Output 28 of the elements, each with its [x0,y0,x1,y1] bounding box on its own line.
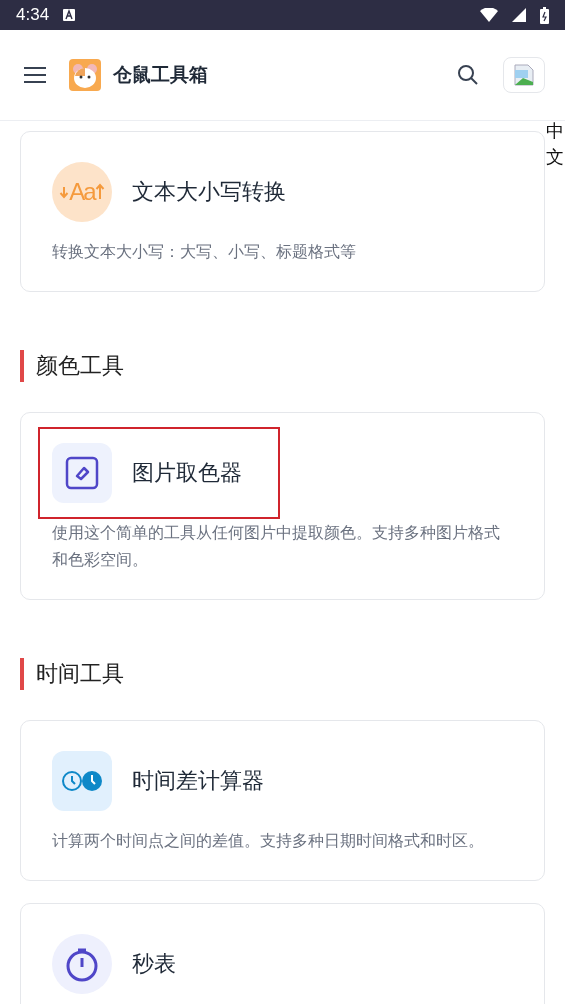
card-title: 时间差计算器 [132,767,264,795]
language-button[interactable] [503,57,545,93]
card-title: 文本大小写转换 [132,178,286,206]
tool-card[interactable]: Aa 文本大小写转换 转换文本大小写：大写、小写、标题格式等 [20,131,545,292]
section-heading: 颜色工具 [36,352,124,380]
card-description: 使用这个简单的工具从任何图片中提取颜色。支持多种图片格式和色彩空间。 [52,522,501,571]
case-icon: Aa [52,162,112,222]
tool-card[interactable]: 时间差计算器 计算两个时间点之间的差值。支持多种日期时间格式和时区。 [20,720,545,881]
notification-icon [63,9,76,21]
search-icon[interactable] [457,64,479,86]
eraser-icon [52,443,112,503]
card-title: 秒表 [132,950,176,978]
broken-image-icon [514,64,534,86]
tool-card[interactable]: 图片取色器 使用这个简单的工具从任何图片中提取颜色。支持多种图片格式和色彩空间。 [20,412,545,600]
tool-card[interactable]: 秒表 [20,903,545,1004]
hamster-logo-icon [69,59,101,91]
language-label: 中文 [546,119,564,170]
clocks-icon [52,751,112,811]
wifi-icon [480,8,498,22]
menu-icon[interactable] [23,66,47,84]
signal-icon [512,8,526,22]
section-heading: 时间工具 [36,660,124,688]
battery-icon [540,6,549,24]
card-description: 转换文本大小写：大写、小写、标题格式等 [52,241,357,263]
card-description: 计算两个时间点之间的差值。支持多种日期时间格式和时区。 [52,830,485,852]
app-title: 仓鼠工具箱 [113,62,209,87]
status-time: 4:34 [16,5,50,25]
card-title: 图片取色器 [132,459,242,487]
